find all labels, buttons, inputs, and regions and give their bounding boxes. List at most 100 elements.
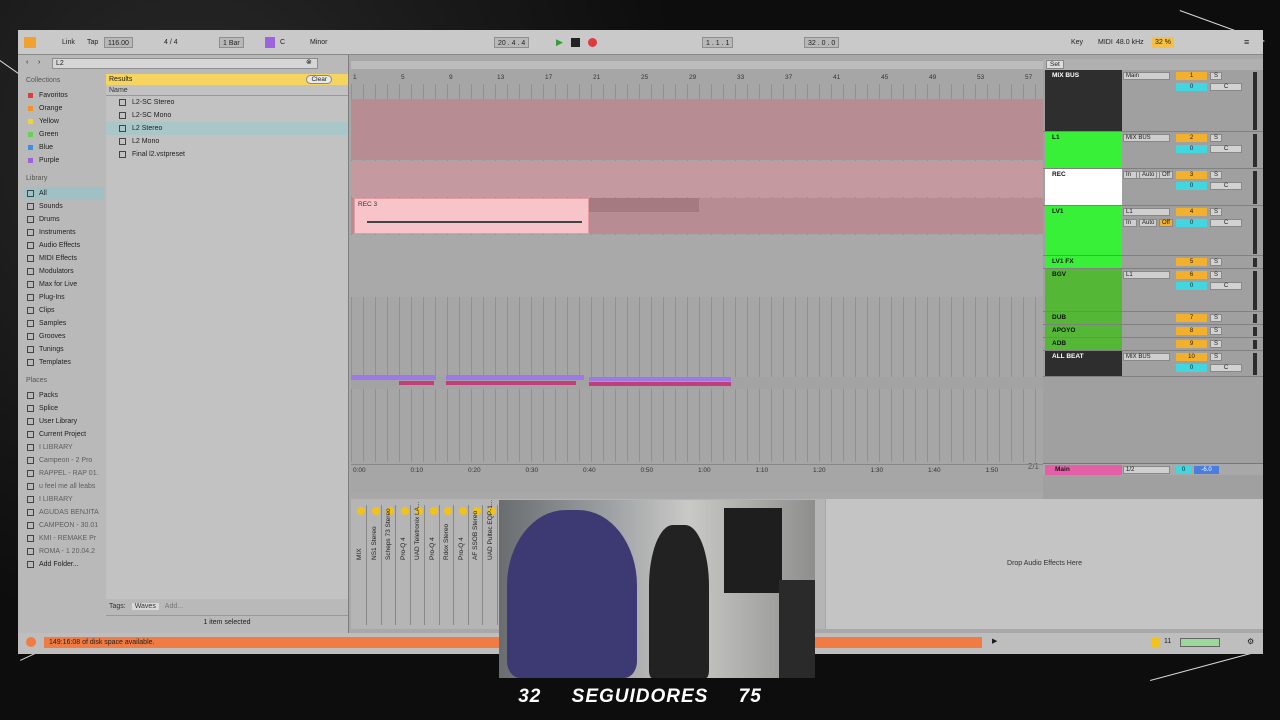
- clear-button[interactable]: Clear: [306, 75, 332, 84]
- output-select[interactable]: MIX BUS: [1123, 134, 1170, 142]
- pan-field[interactable]: C: [1210, 83, 1242, 91]
- volume-field[interactable]: 0: [1176, 182, 1207, 190]
- mixer-track[interactable]: LV1 FX 5 S: [1043, 256, 1263, 269]
- place-item[interactable]: u feel me all leabs: [24, 480, 104, 493]
- main-pan[interactable]: -6.0: [1194, 466, 1219, 474]
- library-item[interactable]: Plug-Ins: [24, 291, 104, 304]
- device-slot[interactable]: UAD Pultec EQP-1...: [486, 500, 498, 625]
- track-name[interactable]: L1: [1045, 132, 1122, 168]
- volume-field[interactable]: 0: [1176, 219, 1207, 227]
- result-item[interactable]: Final l2.vstpreset: [106, 148, 348, 161]
- track-number[interactable]: 9: [1176, 340, 1207, 348]
- name-column-header[interactable]: Name: [106, 85, 348, 96]
- result-item[interactable]: L2-SC Stereo: [106, 96, 348, 109]
- collection-item[interactable]: Blue: [24, 141, 104, 154]
- collection-item[interactable]: Orange: [24, 102, 104, 115]
- track-name[interactable]: LV1 FX: [1045, 256, 1122, 268]
- device-slot[interactable]: Pro-Q 4: [428, 505, 440, 625]
- mixer-track[interactable]: ALL BEAT MIX BUS 10 S 0 C: [1043, 351, 1263, 377]
- monitor-auto-button[interactable]: Auto: [1139, 171, 1157, 179]
- collection-item[interactable]: Favoritos: [24, 89, 104, 102]
- device-slot[interactable]: Pro-Q 4: [457, 505, 469, 625]
- monitor-auto-button[interactable]: Auto: [1139, 219, 1157, 227]
- track-name[interactable]: MIX BUS: [1045, 70, 1122, 131]
- pan-field[interactable]: C: [1210, 182, 1242, 190]
- main-output-select[interactable]: 1/2: [1123, 466, 1170, 474]
- library-item[interactable]: Modulators: [24, 265, 104, 278]
- track-name[interactable]: ALL BEAT: [1045, 351, 1122, 376]
- library-item[interactable]: All: [24, 187, 104, 200]
- place-item[interactable]: I LIBRARY: [24, 493, 104, 506]
- place-item[interactable]: CAMPEON - 30.01: [24, 519, 104, 532]
- track-name[interactable]: DUB: [1045, 312, 1122, 324]
- volume-field[interactable]: 0: [1176, 83, 1207, 91]
- track-name[interactable]: LV1: [1045, 206, 1122, 255]
- monitor-off-button[interactable]: Off: [1159, 171, 1173, 179]
- time-ruler[interactable]: 0:00 0:10 0:20 0:30 0:40 0:50 1:00 1:10 1:20 1:30…: [351, 464, 1043, 476]
- clear-search-icon[interactable]: ⊗: [306, 58, 312, 66]
- drop-audio-effects-area[interactable]: Drop Audio Effects Here: [826, 499, 1263, 629]
- mixer-track[interactable]: RECL13S0CInAutoOff: [1043, 169, 1263, 206]
- solo-button[interactable]: S: [1210, 208, 1222, 216]
- volume-field[interactable]: 0: [1176, 282, 1207, 290]
- mixer-track[interactable]: APOYO 8 S: [1043, 325, 1263, 338]
- solo-button[interactable]: S: [1210, 134, 1222, 142]
- midi-clip[interactable]: [351, 375, 436, 380]
- midi-clip[interactable]: [589, 382, 731, 386]
- settings-icon[interactable]: ⚙: [1247, 637, 1254, 646]
- track-number[interactable]: 8: [1176, 327, 1207, 335]
- track-number[interactable]: 10: [1176, 353, 1207, 361]
- mixer-track[interactable]: DUB 7 S: [1043, 312, 1263, 325]
- library-item[interactable]: Templates: [24, 356, 104, 369]
- tag-chip[interactable]: Waves: [131, 603, 159, 610]
- set-button[interactable]: Set: [1046, 60, 1064, 69]
- solo-button[interactable]: S: [1210, 314, 1222, 322]
- scale-icon[interactable]: [265, 37, 275, 48]
- pan-field[interactable]: C: [1210, 364, 1242, 372]
- pan-field[interactable]: C: [1210, 282, 1242, 290]
- track-name[interactable]: ADB: [1045, 338, 1122, 350]
- output-select[interactable]: L1: [1123, 271, 1170, 279]
- result-item[interactable]: L2 Mono: [106, 135, 348, 148]
- result-item[interactable]: L2-SC Mono: [106, 109, 348, 122]
- library-item[interactable]: MIDI Effects: [24, 252, 104, 265]
- monitor-in-button[interactable]: In: [1123, 219, 1137, 227]
- midi-clip[interactable]: [589, 377, 731, 381]
- track-number[interactable]: 4: [1176, 208, 1207, 216]
- collection-item[interactable]: Purple: [24, 154, 104, 167]
- mixer-track[interactable]: L1 MIX BUS 2 S 0 C: [1043, 132, 1263, 169]
- place-item[interactable]: AGUDAS BENJITA: [24, 506, 104, 519]
- loop-length[interactable]: 32 . 0 . 0: [804, 37, 840, 48]
- mixer-track[interactable]: MIX BUS Main 1 S 0 C: [1043, 70, 1263, 132]
- device-slot[interactable]: MIX: [355, 505, 367, 625]
- place-item[interactable]: User Library: [24, 415, 104, 428]
- output-select[interactable]: L1: [1123, 208, 1170, 216]
- library-item[interactable]: Grooves: [24, 330, 104, 343]
- lane-mix-bus[interactable]: [351, 99, 1043, 160]
- device-slot[interactable]: Pro-Q 4: [399, 505, 411, 625]
- place-item[interactable]: KMI - REMAKE Pr: [24, 532, 104, 545]
- forward-icon[interactable]: ›: [38, 59, 40, 66]
- audio-clip-rec-3[interactable]: REC 3: [354, 198, 589, 234]
- record-icon[interactable]: [588, 38, 597, 47]
- place-item[interactable]: Current Project: [24, 428, 104, 441]
- search-input[interactable]: L2: [52, 58, 318, 69]
- track-name[interactable]: APOYO: [1045, 325, 1122, 337]
- pan-field[interactable]: C: [1210, 219, 1242, 227]
- library-item[interactable]: Max for Live: [24, 278, 104, 291]
- library-item[interactable]: Sounds: [24, 200, 104, 213]
- mixer-track[interactable]: BGV L1 6 S 0 C: [1043, 269, 1263, 312]
- solo-button[interactable]: S: [1210, 353, 1222, 361]
- solo-button[interactable]: S: [1210, 72, 1222, 80]
- device-slot[interactable]: AF SSOB Stereo: [471, 505, 483, 625]
- solo-button[interactable]: S: [1210, 340, 1222, 348]
- play-follow-icon[interactable]: ▶: [992, 637, 997, 645]
- track-number[interactable]: 3: [1176, 171, 1207, 179]
- place-item[interactable]: Campeon - 2 Pro: [24, 454, 104, 467]
- volume-field[interactable]: 0: [1176, 145, 1207, 153]
- device-slot[interactable]: NS1 Stereo: [370, 505, 382, 625]
- place-item[interactable]: Packs: [24, 389, 104, 402]
- monitor-in-button[interactable]: In: [1123, 171, 1137, 179]
- library-item[interactable]: Tunings: [24, 343, 104, 356]
- collection-item[interactable]: Yellow: [24, 115, 104, 128]
